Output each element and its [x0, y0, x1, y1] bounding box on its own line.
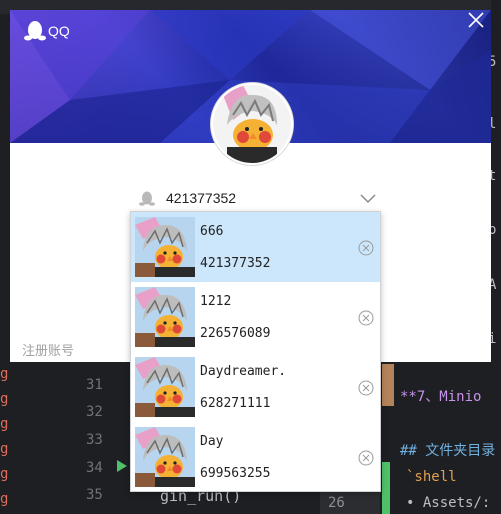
- account-selector[interactable]: 421377352: [138, 185, 376, 211]
- left-letter: g: [0, 416, 9, 432]
- qq-logo: QQ: [24, 18, 70, 44]
- account-name: 666: [200, 224, 224, 239]
- chevron-down-icon[interactable]: [360, 192, 376, 204]
- change-marker: [382, 364, 394, 406]
- avatar: [135, 217, 195, 277]
- avatar-image: [135, 427, 195, 487]
- list-item[interactable]: 666 421377352: [131, 212, 380, 282]
- avatar: [135, 357, 195, 417]
- remove-account-icon[interactable]: [358, 380, 374, 396]
- avatar[interactable]: [211, 83, 293, 165]
- line-number: 34: [86, 460, 103, 476]
- list-item[interactable]: 1212 226576089: [131, 282, 380, 352]
- account-number: 628271111: [200, 396, 271, 411]
- left-letter: g: [0, 441, 9, 457]
- account-number: 699563255: [200, 466, 271, 481]
- qq-penguin-icon: [24, 21, 46, 41]
- account-input[interactable]: 421377352: [166, 190, 360, 206]
- account-dropdown-list: 666 421377352 1212 226576089 Daydreamer.…: [130, 211, 381, 492]
- markdown-panel: [382, 362, 501, 514]
- avatar-image: [135, 287, 195, 347]
- line-number: 31: [86, 377, 103, 393]
- markdown-line: **7、Minio: [400, 389, 482, 405]
- avatar: [135, 287, 195, 347]
- account-name: Daydreamer.: [200, 364, 287, 379]
- remove-account-icon[interactable]: [358, 240, 374, 256]
- remove-account-icon[interactable]: [358, 310, 374, 326]
- avatar: [135, 427, 195, 487]
- line-number: 32: [86, 404, 103, 420]
- list-item[interactable]: Day 699563255: [131, 422, 380, 492]
- left-letter: g: [0, 366, 9, 382]
- line-number: 35: [86, 487, 103, 503]
- markdown-line: • Assets/:: [406, 495, 491, 511]
- left-letter: g: [0, 491, 9, 507]
- left-letter: g: [0, 391, 9, 407]
- markdown-line: `shell: [406, 469, 457, 485]
- left-letter-column: g g g g g g: [0, 362, 12, 512]
- line-number: 33: [86, 432, 103, 448]
- avatar-image: [135, 217, 195, 277]
- list-item[interactable]: Daydreamer. 628271111: [131, 352, 380, 422]
- account-number: 421377352: [200, 256, 271, 271]
- account-name: 1212: [200, 294, 232, 309]
- qq-penguin-icon: [139, 191, 155, 206]
- avatar-image: [213, 85, 291, 163]
- register-account-link[interactable]: 注册账号: [22, 340, 74, 359]
- avatar-image: [135, 357, 195, 417]
- close-icon[interactable]: [466, 10, 486, 30]
- run-arrow-icon[interactable]: [117, 460, 127, 472]
- remove-account-icon[interactable]: [358, 450, 374, 466]
- line-number: 26: [320, 492, 380, 514]
- markdown-line: ## 文件夹目录: [400, 443, 496, 459]
- account-name: Day: [200, 434, 224, 449]
- qq-logo-text: QQ: [48, 23, 70, 39]
- account-number: 226576089: [200, 326, 271, 341]
- added-marker: [382, 462, 390, 514]
- left-letter: g: [0, 466, 9, 482]
